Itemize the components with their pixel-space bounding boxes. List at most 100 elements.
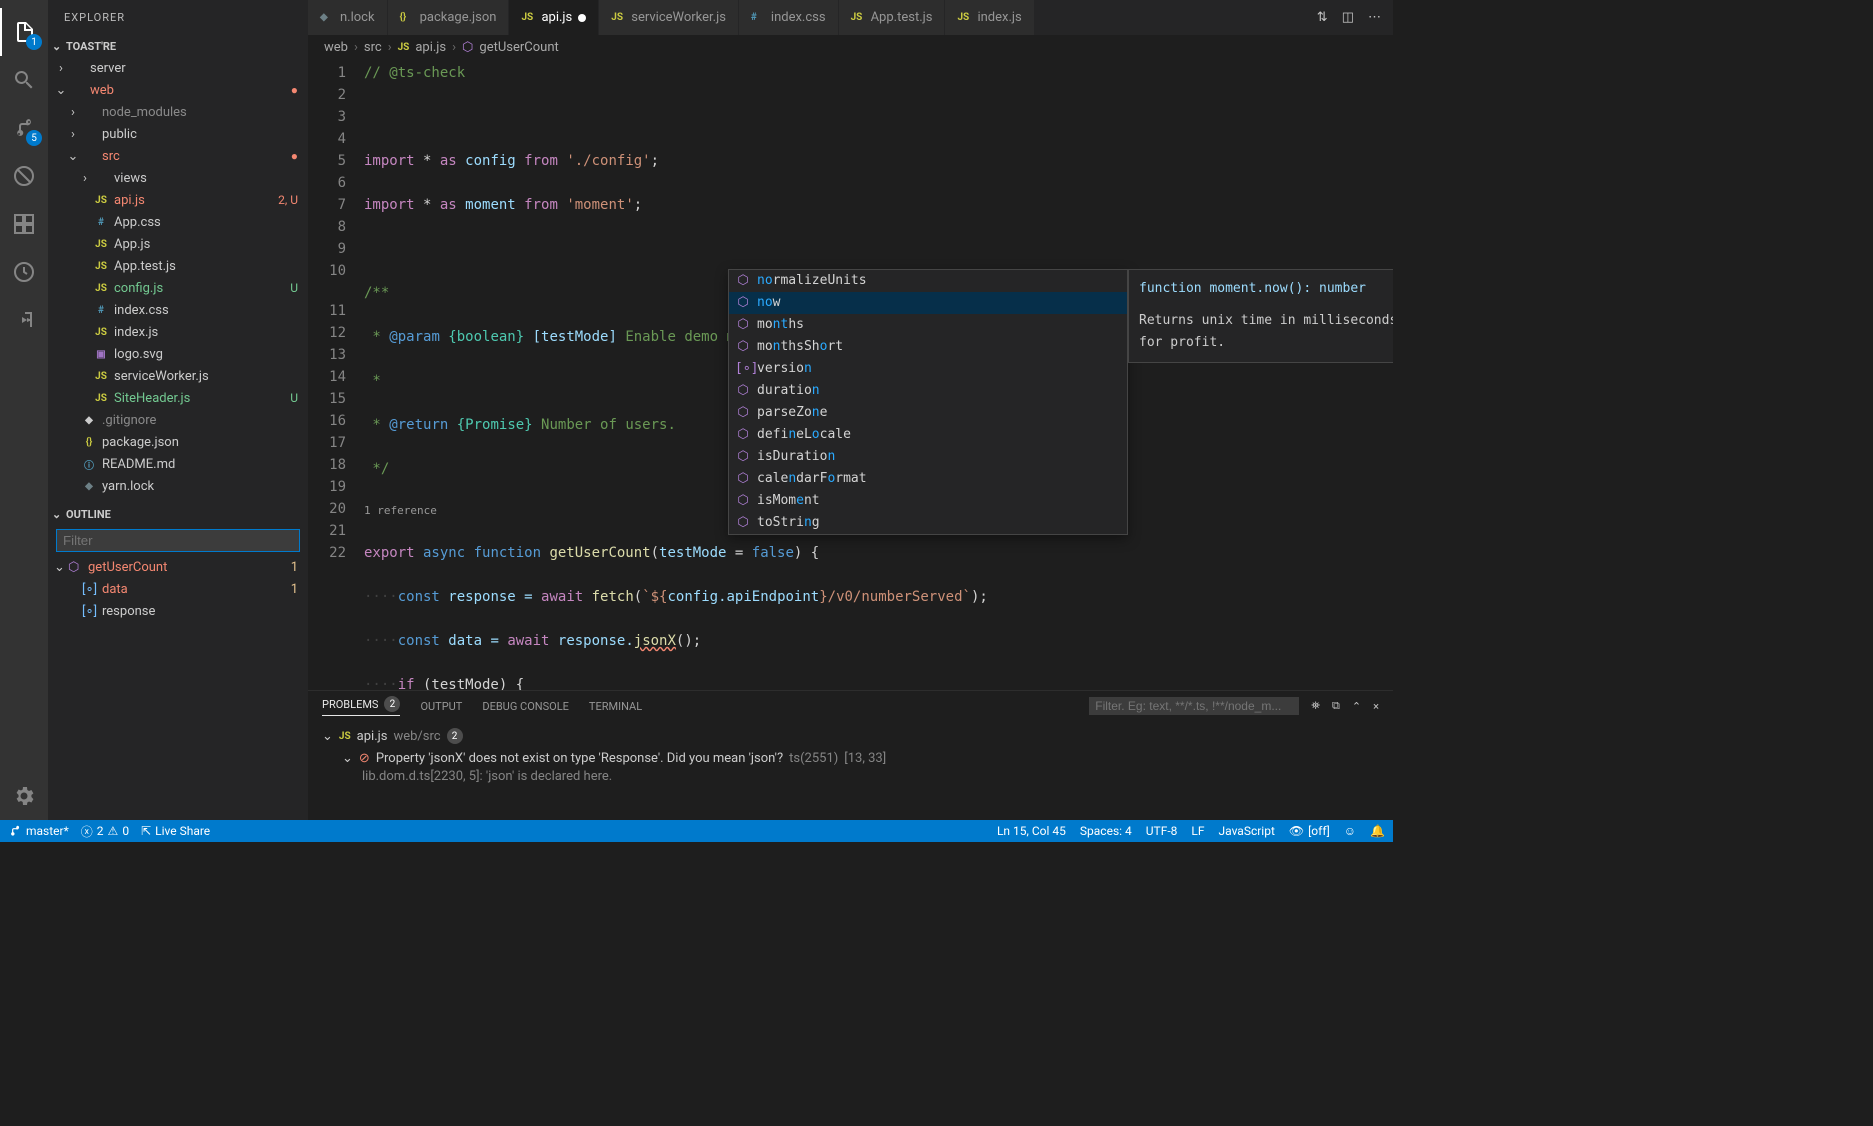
outline-item[interactable]: [∘]response (48, 600, 308, 622)
git-branch[interactable]: master* (8, 824, 69, 838)
activity-bar: 1 5 (0, 0, 48, 820)
suggest-item[interactable]: ⬡calendarFormat (729, 468, 1127, 490)
outline-item[interactable]: [∘]data1 (48, 578, 308, 600)
suggest-widget[interactable]: ⬡normalizeUnits⬡now⬡months⬡monthsShort[∘… (728, 269, 1128, 535)
editor-tab[interactable]: JSApp.test.js (839, 0, 946, 35)
breadcrumbs[interactable]: web› src› JS api.js› ⬡ getUserCount (308, 35, 1393, 59)
suggest-item[interactable]: ⬡normalizeUnits (729, 270, 1127, 292)
bottom-panel: PROBLEMS 2 OUTPUT DEBUG CONSOLE TERMINAL… (308, 690, 1393, 820)
tree-item[interactable]: JSserviceWorker.js (48, 365, 308, 387)
more-icon[interactable]: ⋯ (1368, 10, 1381, 25)
panel-filter-input[interactable] (1089, 697, 1299, 715)
tree-item[interactable]: JSApp.js (48, 233, 308, 255)
debug-icon[interactable] (0, 152, 48, 200)
extensions-icon[interactable] (0, 200, 48, 248)
suggest-item[interactable]: ⬡monthsShort (729, 336, 1127, 358)
live-share[interactable]: ⇱Live Share (141, 824, 210, 838)
indentation[interactable]: Spaces: 4 (1080, 824, 1132, 838)
tab-output[interactable]: OUTPUT (420, 700, 462, 713)
editor-tab[interactable]: JSindex.js (945, 0, 1034, 35)
error-icon: ⓧ (81, 823, 93, 840)
scm-badge: 5 (26, 130, 42, 146)
panel-tabs: PROBLEMS 2 OUTPUT DEBUG CONSOLE TERMINAL… (308, 691, 1393, 721)
tab-problems[interactable]: PROBLEMS 2 (322, 696, 400, 716)
share-icon[interactable] (0, 296, 48, 344)
suggest-item[interactable]: ⬡now (729, 292, 1127, 314)
suggest-details: × function moment.now(): number Returns … (1128, 269, 1393, 363)
tree-item[interactable]: ›views (48, 167, 308, 189)
outline-header[interactable]: ⌄ OUTLINE (48, 503, 308, 525)
error-icon: ⊘ (359, 751, 370, 766)
outline-item[interactable]: ⌄⬡getUserCount1 (48, 556, 308, 578)
suggest-item[interactable]: ⬡duration (729, 380, 1127, 402)
problem-file-row[interactable]: ⌄ JS api.js web/src 2 (322, 725, 1379, 747)
chevron-down-icon: ⌄ (52, 508, 66, 521)
smiley-icon[interactable]: ☺ (1344, 824, 1356, 838)
suggest-item[interactable]: ⬡defineLocale (729, 424, 1127, 446)
tree-item[interactable]: ▣logo.svg (48, 343, 308, 365)
tree-item[interactable]: ›public (48, 123, 308, 145)
editor-tab[interactable]: #index.css (739, 0, 839, 35)
tree-item[interactable]: #App.css (48, 211, 308, 233)
suggest-item[interactable]: [∘]version (729, 358, 1127, 380)
project-header[interactable]: ⌄ TOAST'RE (48, 35, 308, 57)
eol[interactable]: LF (1191, 824, 1204, 838)
bell-icon[interactable]: 🔔 (1370, 824, 1385, 838)
tree-item[interactable]: ›node_modules (48, 101, 308, 123)
filter-settings-icon[interactable]: ⛯ (1311, 699, 1320, 713)
scm-icon[interactable]: 5 (0, 104, 48, 152)
editor-tab[interactable]: {}package.json (388, 0, 510, 35)
line-gutter: 12345678910 111213141516171819202122 (308, 59, 364, 690)
tree-item[interactable]: ◆yarn.lock (48, 475, 308, 497)
tree-item[interactable]: JSapi.js2, U (48, 189, 308, 211)
editor-tab[interactable]: JSapi.js (509, 0, 599, 35)
suggest-item[interactable]: ⬡isMoment (729, 490, 1127, 512)
problem-row[interactable]: ⌄ ⊘ Property 'jsonX' does not exist on t… (322, 747, 1379, 769)
tree-item[interactable]: JSApp.test.js (48, 255, 308, 277)
language-mode[interactable]: JavaScript (1219, 824, 1275, 838)
tree-item[interactable]: JSSiteHeader.jsU (48, 387, 308, 409)
tree-item[interactable]: ⌄web● (48, 79, 308, 101)
editor-tab[interactable]: JSserviceWorker.js (599, 0, 739, 35)
tree-item[interactable]: ⓘREADME.md (48, 453, 308, 475)
code-editor[interactable]: 12345678910 111213141516171819202122 // … (308, 59, 1393, 690)
tree-item[interactable]: ◆.gitignore (48, 409, 308, 431)
warning-icon: ⚠ (108, 824, 119, 838)
chevron-down-icon: ⌄ (342, 751, 353, 766)
outline-tree: ⌄⬡getUserCount1[∘]data1[∘]response (48, 556, 308, 622)
sidebar: EXPLORER ⌄ TOAST'RE ›server⌄web●›node_mo… (48, 0, 308, 820)
tab-debug-console[interactable]: DEBUG CONSOLE (482, 700, 569, 713)
status-bar: master* ⓧ2 ⚠0 ⇱Live Share Ln 15, Col 45 … (0, 820, 1393, 842)
status-errors[interactable]: ⓧ2 ⚠0 (81, 823, 129, 840)
compare-icon[interactable]: ⇅ (1317, 10, 1328, 25)
editor-area: ◆n.lock{}package.jsonJSapi.jsJSserviceWo… (308, 0, 1393, 820)
settings-icon[interactable] (0, 772, 48, 820)
tree-item[interactable]: JSconfig.jsU (48, 277, 308, 299)
files-badge: 1 (26, 34, 42, 50)
close-icon[interactable]: × (1373, 700, 1379, 713)
collapse-icon[interactable]: ⧉ (1332, 699, 1340, 713)
tree-item[interactable]: ›server (48, 57, 308, 79)
file-tree: ›server⌄web●›node_modules›public⌄src●›vi… (48, 57, 308, 497)
explorer-icon[interactable]: 1 (0, 8, 48, 56)
editor-tab[interactable]: ◆n.lock (308, 0, 388, 35)
tree-item[interactable]: ⌄src● (48, 145, 308, 167)
feedback[interactable]: 👁 [off] (1289, 824, 1330, 838)
search-icon[interactable] (0, 56, 48, 104)
cursor-position[interactable]: Ln 15, Col 45 (997, 824, 1066, 838)
encoding[interactable]: UTF-8 (1146, 824, 1178, 838)
problem-related[interactable]: lib.dom.d.ts[2230, 5]: 'json' is declare… (322, 769, 1379, 789)
history-icon[interactable] (0, 248, 48, 296)
split-icon[interactable]: ◫ (1342, 10, 1354, 25)
tree-item[interactable]: {}package.json (48, 431, 308, 453)
suggest-item[interactable]: ⬡toString (729, 512, 1127, 534)
suggest-item[interactable]: ⬡isDuration (729, 446, 1127, 468)
tree-item[interactable]: JSindex.js (48, 321, 308, 343)
outline-filter-input[interactable] (56, 529, 300, 552)
suggest-item[interactable]: ⬡months (729, 314, 1127, 336)
tab-terminal[interactable]: TERMINAL (589, 700, 642, 713)
tree-item[interactable]: #index.css (48, 299, 308, 321)
chevron-up-icon[interactable]: ⌃ (1352, 700, 1361, 713)
sidebar-title: EXPLORER (48, 0, 308, 35)
suggest-item[interactable]: ⬡parseZone (729, 402, 1127, 424)
